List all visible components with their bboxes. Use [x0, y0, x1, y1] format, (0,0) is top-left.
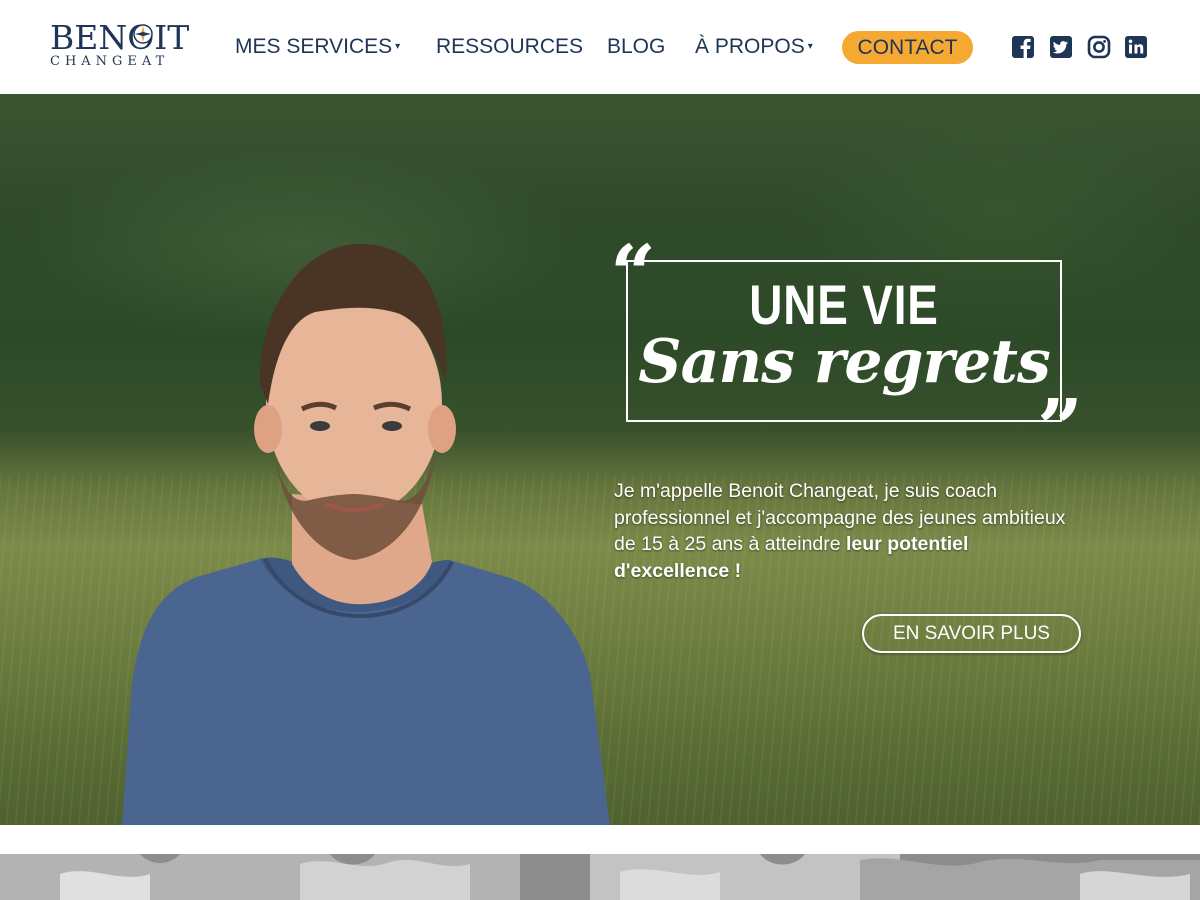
site-header: BENOIT CHANGEAT MES SERVICES ▾ RESSOURCES…	[0, 0, 1200, 94]
intro-text: Je m'appelle Benoit Changeat, je suis co…	[614, 480, 1066, 555]
nav-item-label: RESSOURCES	[436, 35, 584, 58]
caret-down-icon: ▾	[807, 41, 813, 53]
intro-paragraph: Je m'appelle Benoit Changeat, je suis co…	[614, 478, 1084, 584]
caret-down-icon: ▾	[395, 41, 401, 53]
site-logo[interactable]: BENOIT CHANGEAT	[48, 18, 193, 74]
headline-line-2: Sans regrets	[638, 327, 1051, 397]
twitter-icon[interactable]	[1049, 35, 1073, 59]
nav-item-blog[interactable]: BLOG	[607, 30, 665, 64]
contact-button[interactable]: CONTACT	[842, 31, 973, 64]
nav-item-label: À PROPOS	[695, 35, 805, 58]
logo-sub-text: CHANGEAT	[50, 54, 170, 69]
nav-item-mes-services[interactable]: MES SERVICES ▾	[235, 30, 400, 64]
puzzle-background-strip	[0, 854, 1200, 900]
learn-more-button[interactable]: EN SAVOIR PLUS	[862, 614, 1081, 653]
portrait-photo	[122, 244, 610, 825]
linkedin-icon[interactable]	[1124, 35, 1148, 59]
instagram-icon[interactable]	[1087, 35, 1111, 59]
nav-item-label: MES SERVICES	[235, 35, 393, 58]
hero-section: “ ” UNE VIE Sans regrets Je m'appelle Be…	[0, 94, 1200, 825]
quote-open-icon: “	[610, 227, 657, 321]
nav-item-label: BLOG	[607, 35, 666, 58]
logo-main-text: BENOIT	[50, 18, 190, 57]
nav-item-a-propos[interactable]: À PROPOS ▾	[695, 30, 813, 64]
facebook-icon[interactable]	[1011, 35, 1035, 59]
nav-item-ressources[interactable]: RESSOURCES	[436, 30, 583, 64]
compass-icon	[133, 24, 153, 44]
